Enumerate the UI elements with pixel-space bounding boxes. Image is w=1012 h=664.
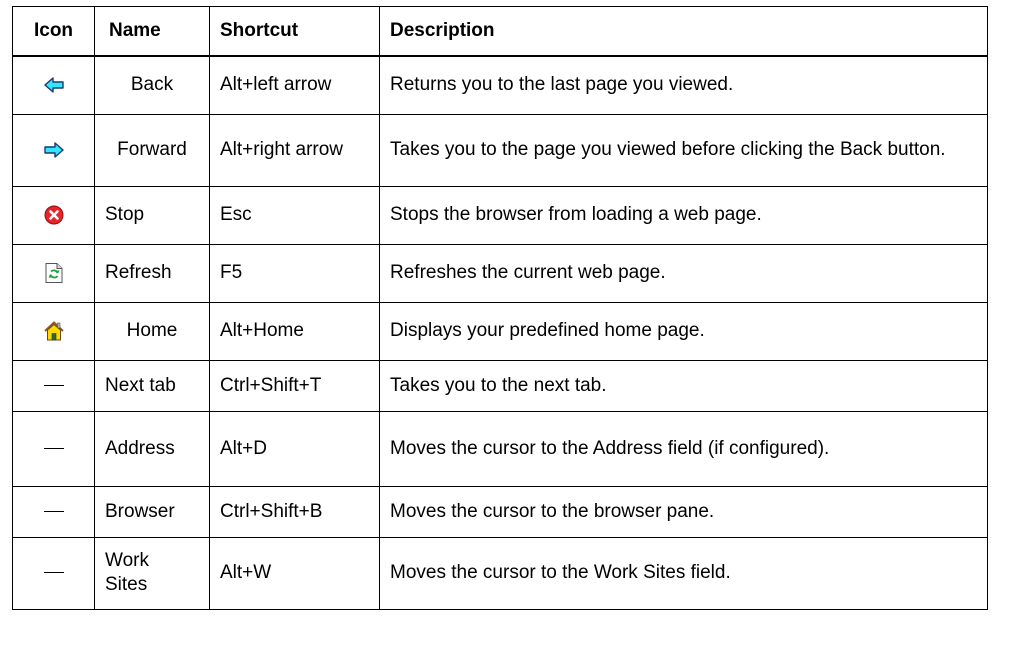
description-cell: Moves the cursor to the Work Sites field…: [379, 536, 988, 610]
shortcut-cell: Alt+right arrow: [209, 113, 380, 187]
header-shortcut: Shortcut: [209, 6, 380, 57]
name-cell: Home: [94, 301, 210, 361]
icon-cell: [12, 55, 95, 115]
table-header-row: Icon Name Shortcut Description: [12, 6, 988, 57]
shortcut-cell: Alt+Home: [209, 301, 380, 361]
name-cell: Stop: [94, 185, 210, 245]
shortcut-cell: Ctrl+Shift+B: [209, 485, 380, 538]
table-row: Address Alt+D Moves the cursor to the Ad…: [12, 410, 988, 487]
dash-icon: [43, 447, 64, 449]
icon-cell: [12, 185, 95, 245]
name-cell: Next tab: [94, 359, 210, 412]
icon-cell: [12, 243, 95, 303]
description-cell: Moves the cursor to the browser pane.: [379, 485, 988, 538]
icon-cell: [12, 485, 95, 538]
header-description: Description: [379, 6, 988, 57]
dash-icon: [43, 572, 64, 574]
header-icon: Icon: [12, 6, 95, 57]
table-row: Back Alt+left arrow Returns you to the l…: [12, 55, 988, 115]
stop-icon: [44, 205, 63, 225]
dash-icon: [43, 510, 64, 512]
description-cell: Moves the cursor to the Address field (i…: [379, 410, 988, 487]
table-row: Home Alt+Home Displays your predefined h…: [12, 301, 988, 361]
forward-arrow-icon: [43, 142, 64, 158]
description-cell: Returns you to the last page you viewed.: [379, 55, 988, 115]
name-cell: Address: [94, 410, 210, 487]
shortcut-cell: Alt+D: [209, 410, 380, 487]
description-cell: Takes you to the page you viewed before …: [379, 113, 988, 187]
shortcut-cell: F5: [209, 243, 380, 303]
table-row: Refresh F5 Refreshes the current web pag…: [12, 243, 988, 303]
icon-cell: [12, 536, 95, 610]
table-row: Next tab Ctrl+Shift+T Takes you to the n…: [12, 359, 988, 412]
shortcut-cell: Esc: [209, 185, 380, 245]
icon-cell: [12, 410, 95, 487]
table-row: Forward Alt+right arrow Takes you to the…: [12, 113, 988, 187]
back-arrow-icon: [43, 77, 64, 93]
refresh-icon: [45, 262, 62, 283]
shortcut-cell: Alt+left arrow: [209, 55, 380, 115]
shortcut-cell: Ctrl+Shift+T: [209, 359, 380, 412]
dash-icon: [43, 384, 64, 386]
name-cell: Work Sites: [94, 536, 210, 610]
name-cell: Refresh: [94, 243, 210, 303]
shortcut-cell: Alt+W: [209, 536, 380, 610]
description-cell: Refreshes the current web page.: [379, 243, 988, 303]
shortcut-table: Icon Name Shortcut Description Back Alt+…: [12, 6, 988, 610]
description-cell: Takes you to the next tab.: [379, 359, 988, 412]
name-cell: Browser: [94, 485, 210, 538]
table-row: Stop Esc Stops the browser from loading …: [12, 185, 988, 245]
name-cell: Forward: [94, 113, 210, 187]
icon-cell: [12, 301, 95, 361]
description-cell: Displays your predefined home page.: [379, 301, 988, 361]
icon-cell: [12, 113, 95, 187]
name-cell: Back: [94, 55, 210, 115]
description-cell: Stops the browser from loading a web pag…: [379, 185, 988, 245]
table-row: Browser Ctrl+Shift+B Moves the cursor to…: [12, 485, 988, 538]
icon-cell: [12, 359, 95, 412]
home-icon: [43, 321, 64, 341]
header-name: Name: [94, 6, 210, 57]
table-row: Work Sites Alt+W Moves the cursor to the…: [12, 536, 988, 610]
